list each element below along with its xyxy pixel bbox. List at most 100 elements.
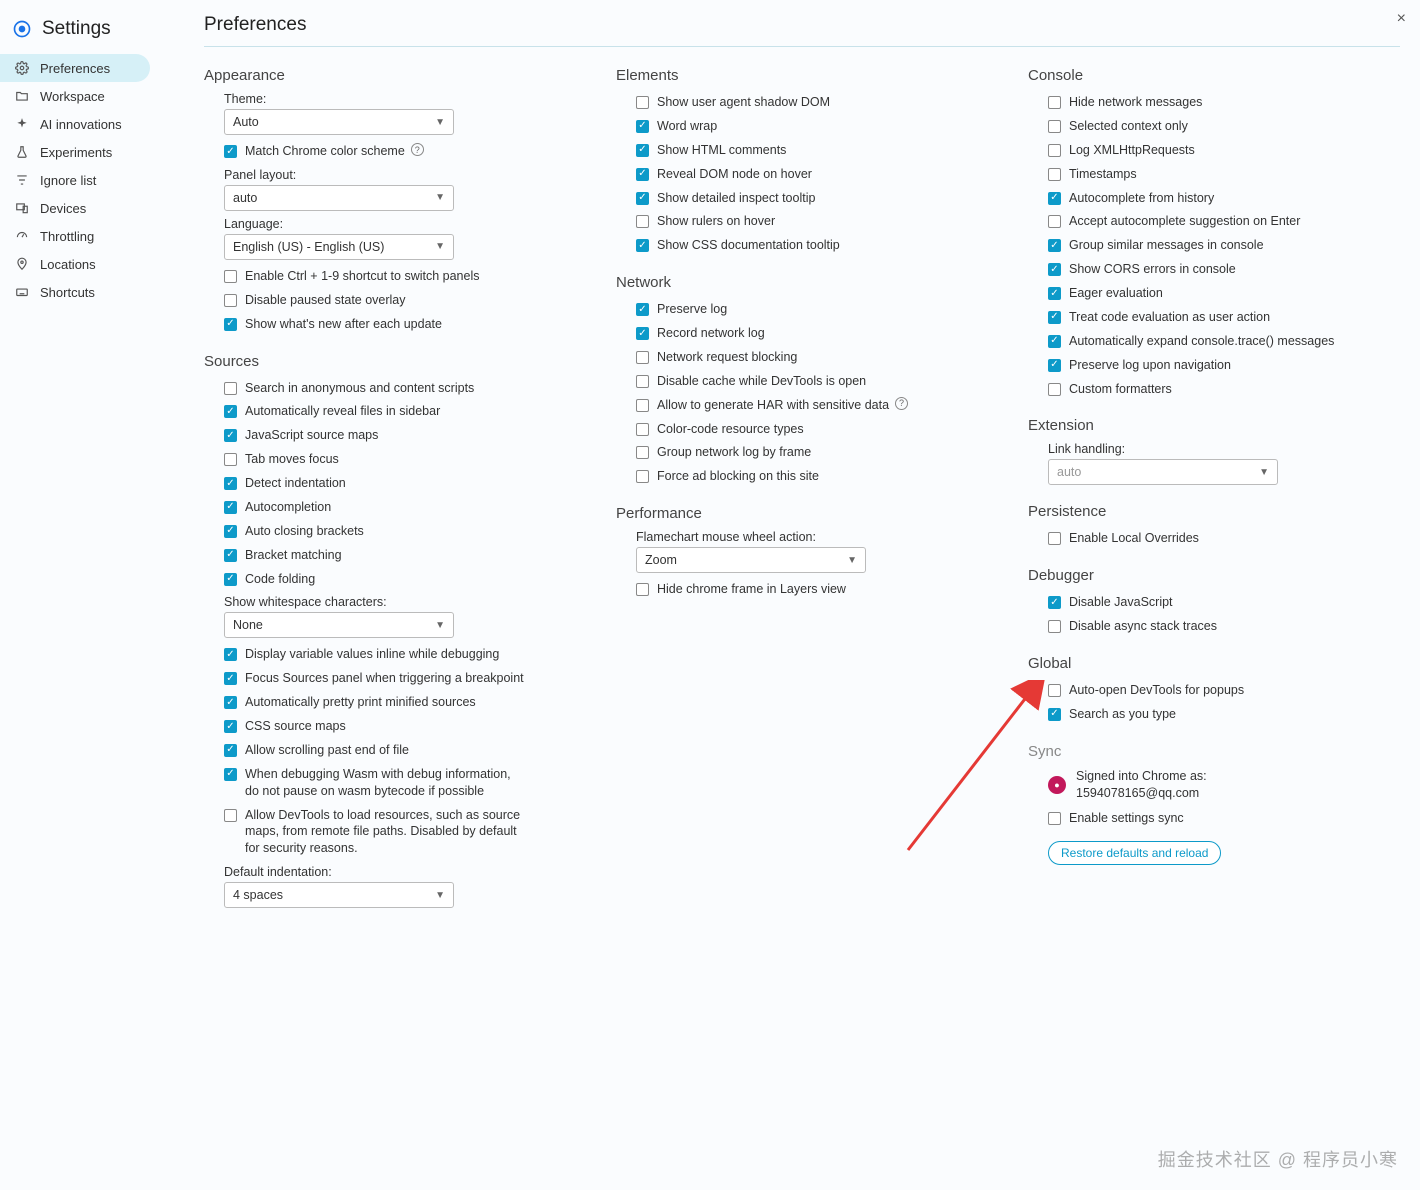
network-label-2[interactable]: Network request blocking <box>657 349 797 366</box>
sources-checkbox-3[interactable] <box>224 453 237 466</box>
sources-checkbox-8[interactable] <box>224 573 237 586</box>
console-checkbox-1[interactable] <box>1048 120 1061 133</box>
whitespace-select[interactable]: None ▼ <box>224 612 454 638</box>
debugger-label-1[interactable]: Disable async stack traces <box>1069 618 1217 635</box>
console-checkbox-0[interactable] <box>1048 96 1061 109</box>
console-checkbox-3[interactable] <box>1048 168 1061 181</box>
elements-checkbox-6[interactable] <box>636 239 649 252</box>
help-icon[interactable]: ? <box>411 143 424 156</box>
network-checkbox-5[interactable] <box>636 423 649 436</box>
console-label-10[interactable]: Automatically expand console.trace() mes… <box>1069 333 1334 350</box>
persistence-label-0[interactable]: Enable Local Overrides <box>1069 530 1199 547</box>
appearance-label-2[interactable]: Show what's new after each update <box>245 316 442 333</box>
console-checkbox-11[interactable] <box>1048 359 1061 372</box>
network-checkbox-2[interactable] <box>636 351 649 364</box>
elements-checkbox-0[interactable] <box>636 96 649 109</box>
elements-checkbox-5[interactable] <box>636 215 649 228</box>
sources-label-6[interactable]: Auto closing brackets <box>245 523 364 540</box>
sources-checkbox-0[interactable] <box>224 382 237 395</box>
console-label-5[interactable]: Accept autocomplete suggestion on Enter <box>1069 213 1300 230</box>
sources-checkbox-5[interactable] <box>224 501 237 514</box>
network-label-1[interactable]: Record network log <box>657 325 765 342</box>
console-label-8[interactable]: Eager evaluation <box>1069 285 1163 302</box>
global-label-0[interactable]: Auto-open DevTools for popups <box>1069 682 1244 699</box>
console-checkbox-12[interactable] <box>1048 383 1061 396</box>
console-label-4[interactable]: Autocomplete from history <box>1069 190 1214 207</box>
sources2-checkbox-6[interactable] <box>224 809 237 822</box>
console-checkbox-9[interactable] <box>1048 311 1061 324</box>
sources2-label-6[interactable]: Allow DevTools to load resources, such a… <box>245 807 525 858</box>
sources-label-3[interactable]: Tab moves focus <box>245 451 339 468</box>
elements-label-0[interactable]: Show user agent shadow DOM <box>657 94 830 111</box>
console-label-9[interactable]: Treat code evaluation as user action <box>1069 309 1270 326</box>
sources2-checkbox-1[interactable] <box>224 672 237 685</box>
elements-checkbox-4[interactable] <box>636 192 649 205</box>
global-label-1[interactable]: Search as you type <box>1069 706 1176 723</box>
sources2-checkbox-5[interactable] <box>224 768 237 781</box>
restore-defaults-button[interactable]: Restore defaults and reload <box>1048 841 1221 865</box>
sources-checkbox-2[interactable] <box>224 429 237 442</box>
console-checkbox-10[interactable] <box>1048 335 1061 348</box>
sources2-checkbox-3[interactable] <box>224 720 237 733</box>
sources-label-4[interactable]: Detect indentation <box>245 475 346 492</box>
sources2-label-2[interactable]: Automatically pretty print minified sour… <box>245 694 476 711</box>
elements-label-2[interactable]: Show HTML comments <box>657 142 786 159</box>
appearance-label-0[interactable]: Enable Ctrl + 1-9 shortcut to switch pan… <box>245 268 480 285</box>
console-checkbox-5[interactable] <box>1048 215 1061 228</box>
elements-label-6[interactable]: Show CSS documentation tooltip <box>657 237 840 254</box>
console-label-6[interactable]: Group similar messages in console <box>1069 237 1264 254</box>
network-label-3[interactable]: Disable cache while DevTools is open <box>657 373 866 390</box>
appearance-checkbox-1[interactable] <box>224 294 237 307</box>
appearance-label-1[interactable]: Disable paused state overlay <box>245 292 406 309</box>
match-chrome-label[interactable]: Match Chrome color scheme <box>245 143 405 160</box>
sync-checkbox-0[interactable] <box>1048 812 1061 825</box>
elements-checkbox-3[interactable] <box>636 168 649 181</box>
performance-label-0[interactable]: Hide chrome frame in Layers view <box>657 581 846 598</box>
sources2-label-1[interactable]: Focus Sources panel when triggering a br… <box>245 670 524 687</box>
network-label-6[interactable]: Group network log by frame <box>657 444 811 461</box>
sidebar-item-ai-innovations[interactable]: AI innovations <box>0 110 170 138</box>
appearance-checkbox-2[interactable] <box>224 318 237 331</box>
sources2-checkbox-4[interactable] <box>224 744 237 757</box>
console-label-12[interactable]: Custom formatters <box>1069 381 1172 398</box>
console-checkbox-7[interactable] <box>1048 263 1061 276</box>
match-chrome-checkbox[interactable] <box>224 145 237 158</box>
elements-checkbox-1[interactable] <box>636 120 649 133</box>
network-label-7[interactable]: Force ad blocking on this site <box>657 468 819 485</box>
sidebar-item-experiments[interactable]: Experiments <box>0 138 170 166</box>
sources-label-8[interactable]: Code folding <box>245 571 315 588</box>
elements-checkbox-2[interactable] <box>636 144 649 157</box>
network-label-5[interactable]: Color-code resource types <box>657 421 804 438</box>
debugger-label-0[interactable]: Disable JavaScript <box>1069 594 1173 611</box>
sidebar-item-throttling[interactable]: Throttling <box>0 222 170 250</box>
elements-label-4[interactable]: Show detailed inspect tooltip <box>657 190 815 207</box>
help-icon[interactable]: ? <box>895 397 908 410</box>
indent-select[interactable]: 4 spaces ▼ <box>224 882 454 908</box>
sources-label-1[interactable]: Automatically reveal files in sidebar <box>245 403 440 420</box>
sources2-label-0[interactable]: Display variable values inline while deb… <box>245 646 499 663</box>
console-checkbox-4[interactable] <box>1048 192 1061 205</box>
sidebar-item-ignore-list[interactable]: Ignore list <box>0 166 170 194</box>
console-label-0[interactable]: Hide network messages <box>1069 94 1202 111</box>
sources-label-7[interactable]: Bracket matching <box>245 547 342 564</box>
network-checkbox-1[interactable] <box>636 327 649 340</box>
sidebar-item-workspace[interactable]: Workspace <box>0 82 170 110</box>
console-label-1[interactable]: Selected context only <box>1069 118 1188 135</box>
console-checkbox-8[interactable] <box>1048 287 1061 300</box>
network-label-4[interactable]: Allow to generate HAR with sensitive dat… <box>657 397 889 414</box>
performance-checkbox-0[interactable] <box>636 583 649 596</box>
elements-label-3[interactable]: Reveal DOM node on hover <box>657 166 812 183</box>
network-label-0[interactable]: Preserve log <box>657 301 727 318</box>
console-label-2[interactable]: Log XMLHttpRequests <box>1069 142 1195 159</box>
sources-label-2[interactable]: JavaScript source maps <box>245 427 378 444</box>
sidebar-item-shortcuts[interactable]: Shortcuts <box>0 278 170 306</box>
sources2-label-4[interactable]: Allow scrolling past end of file <box>245 742 409 759</box>
network-checkbox-6[interactable] <box>636 446 649 459</box>
sources-checkbox-4[interactable] <box>224 477 237 490</box>
sources2-label-3[interactable]: CSS source maps <box>245 718 346 735</box>
flame-select[interactable]: Zoom ▼ <box>636 547 866 573</box>
persistence-checkbox-0[interactable] <box>1048 532 1061 545</box>
console-checkbox-6[interactable] <box>1048 239 1061 252</box>
debugger-checkbox-0[interactable] <box>1048 596 1061 609</box>
console-label-7[interactable]: Show CORS errors in console <box>1069 261 1236 278</box>
